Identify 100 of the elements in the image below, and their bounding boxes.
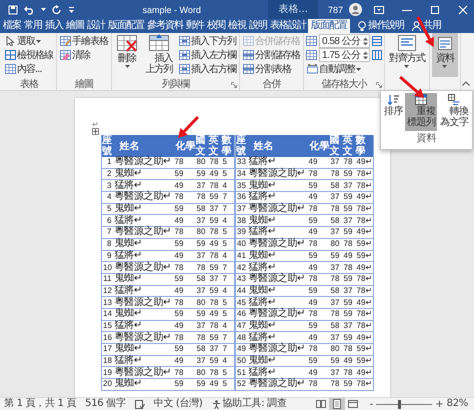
table-cell: 59 — [174, 238, 196, 250]
ribbon-tab[interactable]: 郵件 — [185, 19, 205, 33]
table-cell: 58 — [330, 180, 342, 192]
table-cell: 78 — [174, 192, 196, 204]
ribbon-button[interactable]: 插入上方列 — [142, 33, 176, 77]
table-cell: 5 — [222, 366, 234, 379]
ribbon-button[interactable]: 分割儲存格 — [242, 48, 301, 62]
table-cell: 49 — [308, 192, 330, 204]
ribbon-tab[interactable]: 檢視 — [227, 19, 247, 33]
table-cell: 37 — [342, 320, 356, 332]
table-cell: 鬼蜘↵ — [248, 355, 308, 367]
group-label: 表格 — [20, 78, 38, 90]
table-cell: 粵醫源之助↵ — [114, 226, 174, 238]
table-cell: 鬼蜘↵ — [114, 308, 174, 320]
ribbon-button[interactable]: 重複標題列 — [405, 93, 437, 131]
table-cell: 7 — [222, 192, 234, 204]
ribbon-tab[interactable]: 繪圖 — [65, 19, 85, 33]
ribbon-tab[interactable]: 參考資料 — [146, 19, 184, 33]
table-cell: 5 — [222, 238, 234, 250]
ribbon-button[interactable]: 自動調整 — [306, 62, 382, 76]
ribbon-button[interactable]: 分割表格 — [242, 62, 301, 76]
table-cell: 鬼蜘↵ — [114, 168, 174, 180]
table-cell: 59 — [174, 344, 196, 356]
table-cell: 78 — [208, 296, 222, 308]
table-cell: 78 — [208, 226, 222, 238]
table-cell: 58 — [330, 285, 342, 297]
table-cell: 37 — [330, 157, 342, 168]
table-cell: 4 — [222, 320, 234, 332]
table-cell: 35 — [236, 180, 248, 192]
ribbon-button[interactable]: 排序 — [383, 93, 404, 131]
table-cell: 78↵ — [356, 180, 374, 192]
ribbon-tab[interactable]: 版面配置 — [308, 19, 350, 33]
page-count[interactable]: 第 1 頁，共 1 頁 — [4, 398, 76, 410]
table-cell: 59 — [342, 192, 356, 204]
table-cell: 36 — [236, 192, 248, 204]
ribbon-button[interactable]: 插入左方欄 — [178, 48, 237, 62]
ribbon-tab[interactable]: 校閱 — [206, 19, 226, 33]
table-cell: 17 — [102, 344, 114, 356]
tell-me-link[interactable]: 操作說明 — [368, 19, 404, 33]
number-field[interactable]: 0.58 公分 — [319, 34, 370, 48]
table-cell: 2 — [102, 168, 114, 180]
table-cell: 59 — [342, 378, 356, 390]
zoom-in-button[interactable]: + — [435, 398, 444, 410]
ribbon-tab[interactable]: 版面配置 — [107, 19, 145, 33]
ribbon-button[interactable]: 內容... — [4, 62, 54, 76]
table-cell: 78 — [342, 238, 356, 250]
table-cell: 49 — [208, 168, 222, 180]
ribbon-button[interactable]: 手繪表格 — [59, 34, 109, 48]
column-header: 英文 — [342, 135, 356, 157]
table-cell: 39 — [236, 226, 248, 238]
table-cell: 猛將↵ — [114, 320, 174, 332]
accessibility-status[interactable]: 協助工具: 調查 — [222, 398, 287, 410]
table-cell: 78 — [342, 262, 356, 274]
table-cell: 37 — [196, 320, 208, 332]
ribbon-button[interactable]: 對齊方式 — [386, 33, 427, 77]
table-cell: 59 — [196, 238, 208, 250]
zoom-level[interactable]: 82% — [446, 398, 468, 410]
ribbon-button[interactable]: 選取 — [4, 34, 54, 48]
ribbon-tab[interactable]: 常用 — [23, 19, 43, 33]
table-cell: 59↵ — [356, 344, 374, 356]
table-cell: 58 — [196, 344, 208, 356]
ribbon-button[interactable]: 清除 — [59, 48, 109, 62]
table-cell: 19 — [102, 366, 114, 379]
table-cell: 33 — [236, 157, 248, 168]
language-status[interactable]: 中文 (台灣) — [154, 398, 202, 410]
table-cell: 58 — [196, 203, 208, 215]
zoom-out-button[interactable]: - — [370, 398, 374, 410]
ribbon-tab[interactable]: 插入 — [44, 19, 64, 33]
table-cell: 58 — [330, 320, 342, 332]
ribbon-button[interactable]: 檢視格線 — [4, 48, 54, 62]
table-cell: 49 — [342, 250, 356, 262]
table-cell: 78 — [308, 238, 330, 250]
table-cell: 37 — [330, 332, 342, 344]
ribbon-button[interactable]: 轉換為文字 — [438, 93, 470, 131]
table-cell: 粵醫源之助↵ — [248, 203, 308, 215]
table-cell: 59 — [196, 378, 208, 390]
ribbon-tab[interactable]: 設計 — [86, 19, 106, 33]
table-cell: 猛將↵ — [114, 214, 174, 227]
table-cell: 49↵ — [356, 157, 374, 168]
table-cell: 78 — [196, 332, 208, 344]
table-cell: 49 — [308, 296, 330, 308]
ribbon-tab[interactable]: 表格設計 — [269, 19, 307, 33]
number-field[interactable]: 1.75 公分 — [319, 48, 370, 62]
table-cell: 49↵ — [356, 226, 374, 238]
ribbon-button[interactable]: 資料 — [432, 33, 458, 77]
ribbon-tab[interactable]: 檔案 — [2, 19, 22, 33]
table-cell: 49 — [308, 226, 330, 238]
ribbon-button[interactable]: 刪除 — [114, 33, 140, 77]
table-cell: 78 — [208, 157, 222, 168]
table-cell: 鬼蜘↵ — [248, 320, 308, 332]
table-cell: 80 — [196, 226, 208, 238]
table-cell: 59 — [308, 320, 330, 332]
table-cell: 猛將↵ — [248, 332, 308, 344]
ribbon-tab[interactable]: 說明 — [248, 19, 268, 33]
ribbon-button[interactable]: 插入下方列 — [178, 34, 237, 48]
table-cell: 78 — [174, 262, 196, 274]
table-cell: 猛將↵ — [248, 366, 308, 379]
table-cell: 78 — [308, 308, 330, 320]
ribbon-button[interactable]: 插入右方欄 — [178, 62, 237, 76]
word-count[interactable]: 516 個字 — [85, 398, 126, 410]
